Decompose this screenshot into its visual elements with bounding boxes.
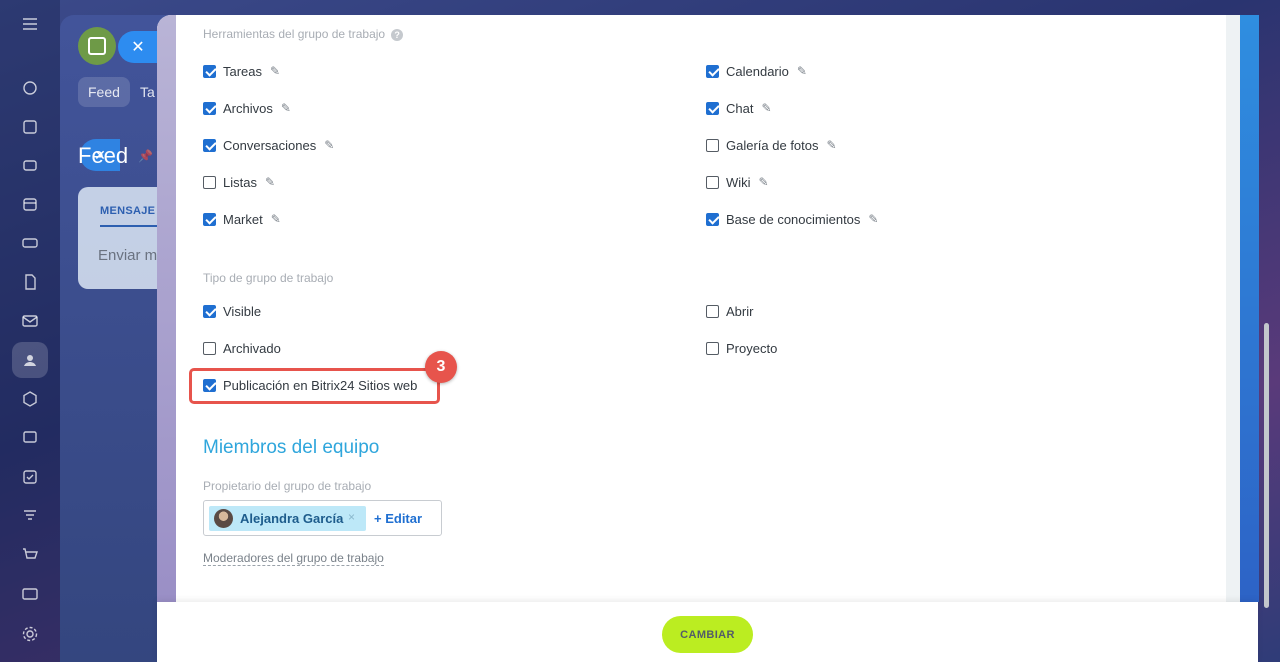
step-badge: 3 (425, 351, 457, 383)
type-label-archived: Archivado (223, 340, 281, 356)
moderators-link[interactable]: Moderadores del grupo de trabajo (203, 551, 384, 566)
right-edge-panel (1240, 15, 1259, 602)
type-option-visible[interactable]: Visible (203, 302, 261, 320)
checkbox-knowledge-base[interactable] (706, 212, 719, 226)
bg-card-tab-underline (100, 225, 160, 227)
checkbox-tasks[interactable] (203, 64, 216, 78)
mail-icon[interactable] (18, 309, 42, 333)
tool-label-wiki: Wiki (726, 174, 751, 190)
pencil-icon[interactable]: ✎ (271, 212, 281, 226)
tool-option-knowledge-base[interactable]: Base de conocimientos ✎ (706, 210, 878, 228)
tool-option-wiki[interactable]: Wiki ✎ (706, 173, 769, 191)
checkbox-conversations[interactable] (203, 138, 216, 152)
tool-option-chat[interactable]: Chat ✎ (706, 99, 772, 117)
type-option-archived[interactable]: Archivado (203, 339, 281, 357)
edit-owner-button[interactable]: + Editar (374, 511, 422, 526)
remove-owner-icon[interactable]: × (348, 510, 355, 524)
pencil-icon[interactable]: ✎ (265, 175, 275, 189)
checkbox-wiki[interactable] (706, 175, 719, 189)
tool-option-lists[interactable]: Listas ✎ (203, 173, 275, 191)
checkbox-market[interactable] (203, 212, 216, 226)
tools-section-label: Herramientas del grupo de trabajo? (203, 27, 404, 41)
bg-tab-feed[interactable]: Feed (78, 77, 130, 107)
cart-icon[interactable] (18, 543, 42, 567)
pin-icon[interactable]: 📌 (138, 149, 153, 163)
tool-label-tasks: Tareas (223, 63, 263, 79)
calendar-icon[interactable] (18, 192, 42, 216)
change-button[interactable]: CAMBIAR (662, 616, 753, 653)
type-label-open: Abrir (726, 303, 754, 319)
tasks-icon[interactable] (18, 115, 42, 139)
groups-icon[interactable] (12, 342, 48, 378)
owner-chip: Alejandra García × (209, 506, 366, 531)
pencil-icon[interactable]: ✎ (759, 175, 769, 189)
pencil-icon[interactable]: ✎ (281, 101, 291, 115)
tool-option-market[interactable]: Market ✎ (203, 210, 281, 228)
checkbox-photo-gallery[interactable] (706, 138, 719, 152)
left-rail (0, 0, 60, 662)
owner-label: Propietario del grupo de trabajo (203, 479, 372, 493)
type-option-open[interactable]: Abrir (706, 302, 753, 320)
sites-icon[interactable] (18, 387, 42, 411)
workgroup-avatar[interactable] (78, 27, 116, 65)
pencil-icon[interactable]: ✎ (761, 101, 771, 115)
highlight-frame (189, 368, 440, 404)
menu-icon[interactable] (18, 12, 42, 36)
drive-icon[interactable] (18, 231, 42, 255)
tool-label-files: Archivos (223, 100, 273, 116)
type-label-project: Proyecto (726, 340, 778, 356)
pencil-icon[interactable]: ✎ (827, 138, 837, 152)
type-label-visible: Visible (223, 303, 262, 319)
settings-icon[interactable] (18, 622, 42, 646)
tool-label-chat: Chat (726, 100, 754, 116)
help-icon[interactable]: ? (391, 29, 404, 41)
tool-label-lists: Listas (223, 174, 257, 190)
filter-icon[interactable] (18, 504, 42, 528)
tool-option-tasks[interactable]: Tareas ✎ (203, 62, 280, 80)
checklist-icon[interactable] (18, 465, 42, 489)
checkbox-visible[interactable] (203, 304, 216, 318)
bg-card-tab[interactable]: MENSAJE (100, 205, 155, 217)
checkbox-files[interactable] (203, 101, 216, 115)
training-icon[interactable] (18, 426, 42, 450)
type-option-project[interactable]: Proyecto (706, 339, 777, 357)
tool-label-market: Market (223, 211, 263, 227)
contact-card-icon[interactable] (18, 582, 42, 606)
pencil-icon[interactable]: ✎ (324, 138, 334, 152)
checkbox-chat[interactable] (706, 101, 719, 115)
checkbox-open[interactable] (706, 304, 719, 318)
feed-icon[interactable] (18, 76, 42, 100)
bg-card-input[interactable]: Enviar m (98, 247, 157, 264)
avatar (214, 509, 233, 528)
close-icon[interactable]: ✕ (118, 31, 158, 63)
tool-option-calendar[interactable]: Calendario ✎ (706, 62, 807, 80)
owner-selector[interactable]: Alejandra García × + Editar (203, 500, 442, 536)
checkbox-archived[interactable] (203, 341, 216, 355)
slider-left-edge (157, 15, 176, 602)
pencil-icon[interactable]: ✎ (797, 64, 807, 78)
pencil-icon[interactable]: ✎ (270, 64, 280, 78)
tool-label-knowledge-base: Base de conocimientos (726, 211, 861, 227)
tool-label-photo-gallery: Galería de fotos (726, 137, 819, 153)
tool-option-files[interactable]: Archivos ✎ (203, 99, 291, 117)
tool-option-photo-gallery[interactable]: Galería de fotos ✎ (706, 136, 837, 154)
tool-option-conversations[interactable]: Conversaciones ✎ (203, 136, 334, 154)
checkbox-lists[interactable] (203, 175, 216, 189)
tool-label-calendar: Calendario (726, 63, 789, 79)
tool-label-conversations: Conversaciones (223, 137, 317, 153)
pencil-icon[interactable]: ✎ (868, 212, 878, 226)
scrollbar-thumb[interactable] (1264, 323, 1269, 608)
type-section-label: Tipo de grupo de trabajo (203, 271, 334, 285)
checkbox-project[interactable] (706, 341, 719, 355)
tools-label-text: Herramientas del grupo de trabajo (203, 27, 386, 41)
docs-icon[interactable] (18, 270, 42, 294)
checkbox-calendar[interactable] (706, 64, 719, 78)
bg-page-title: Feed (78, 143, 129, 168)
chat-icon[interactable] (18, 154, 42, 178)
owner-name: Alejandra García (240, 511, 344, 526)
team-section-title: Miembros del equipo (203, 437, 380, 458)
